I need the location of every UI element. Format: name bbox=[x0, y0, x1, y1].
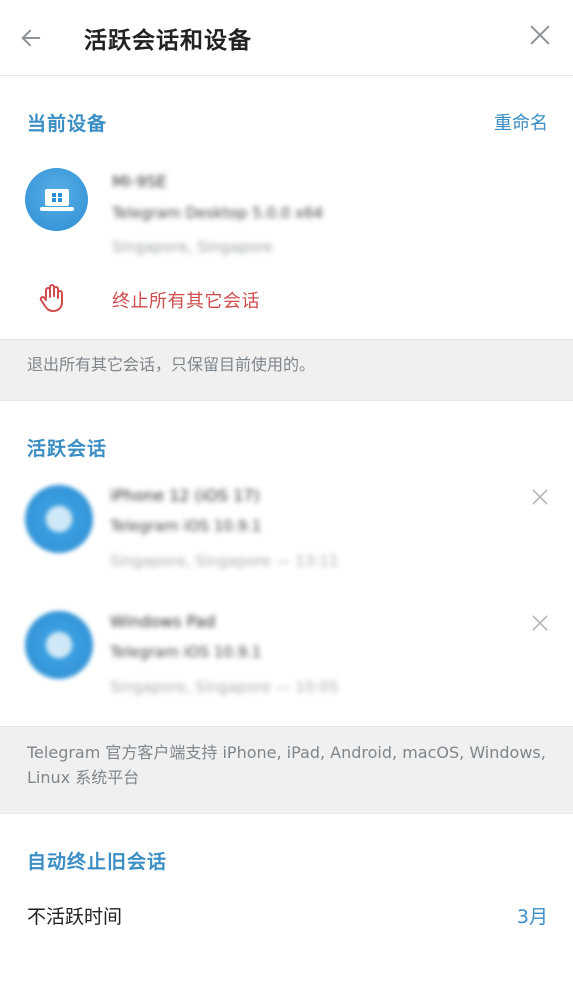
session-item[interactable]: iPhone 12 (iOS 17) Telegram iOS 10.9.1 S… bbox=[0, 474, 573, 600]
session-app: Telegram iOS 10.9.1 bbox=[110, 517, 262, 535]
session-name: iPhone 12 (iOS 17) bbox=[110, 486, 260, 505]
session-avatar bbox=[25, 611, 93, 679]
session-location: Singapore, Singapore — 13:11 bbox=[110, 552, 339, 570]
hand-stop-icon bbox=[39, 284, 63, 312]
platforms-note: Telegram 官方客户端支持 iPhone, iPad, Android, … bbox=[0, 726, 573, 814]
session-app: Telegram iOS 10.9.1 bbox=[110, 643, 262, 661]
active-sessions-title: 活跃会话 bbox=[27, 438, 108, 460]
session-item[interactable]: Windows Pad Telegram iOS 10.9.1 Singapor… bbox=[0, 600, 573, 726]
auto-terminate-header: 自动终止旧会话 bbox=[0, 814, 573, 877]
inactive-period-row[interactable]: 不活跃时间 3月 bbox=[0, 877, 573, 929]
close-session-icon[interactable] bbox=[531, 488, 549, 506]
current-device-header: 当前设备 重命名 bbox=[0, 76, 573, 137]
device-app: Telegram Desktop 5.0.0 x64 bbox=[112, 204, 324, 222]
current-device-title: 当前设备 bbox=[27, 112, 108, 135]
logout-note: 退出所有其它会话，只保留目前使用的。 bbox=[0, 339, 573, 401]
session-avatar bbox=[25, 485, 93, 553]
terminate-sessions-button[interactable]: 终止所有其它会话 bbox=[0, 277, 573, 339]
laptop-icon bbox=[39, 188, 74, 211]
device-location: Singapore, Singapore bbox=[112, 238, 273, 256]
active-sessions-header: 活跃会话 bbox=[0, 401, 573, 474]
close-icon[interactable] bbox=[529, 24, 551, 46]
header-bar: 活跃会话和设备 bbox=[0, 0, 573, 76]
page-title: 活跃会话和设备 bbox=[84, 27, 252, 54]
rename-button[interactable]: 重命名 bbox=[494, 109, 548, 135]
inactive-period-value[interactable]: 3月 bbox=[517, 902, 548, 929]
inactive-period-label: 不活跃时间 bbox=[27, 906, 123, 928]
auto-terminate-title: 自动终止旧会话 bbox=[27, 851, 168, 873]
session-name: Windows Pad bbox=[110, 612, 216, 631]
terminate-sessions-label: 终止所有其它会话 bbox=[112, 291, 260, 312]
current-device-card: MI-9SE Telegram Desktop 5.0.0 x64 Singap… bbox=[0, 137, 573, 277]
device-avatar bbox=[25, 168, 88, 231]
session-location: Singapore, Singapore — 10:05 bbox=[110, 678, 339, 696]
arrow-left-icon[interactable] bbox=[20, 27, 42, 49]
close-session-icon[interactable] bbox=[531, 614, 549, 632]
device-name: MI-9SE bbox=[112, 172, 167, 191]
